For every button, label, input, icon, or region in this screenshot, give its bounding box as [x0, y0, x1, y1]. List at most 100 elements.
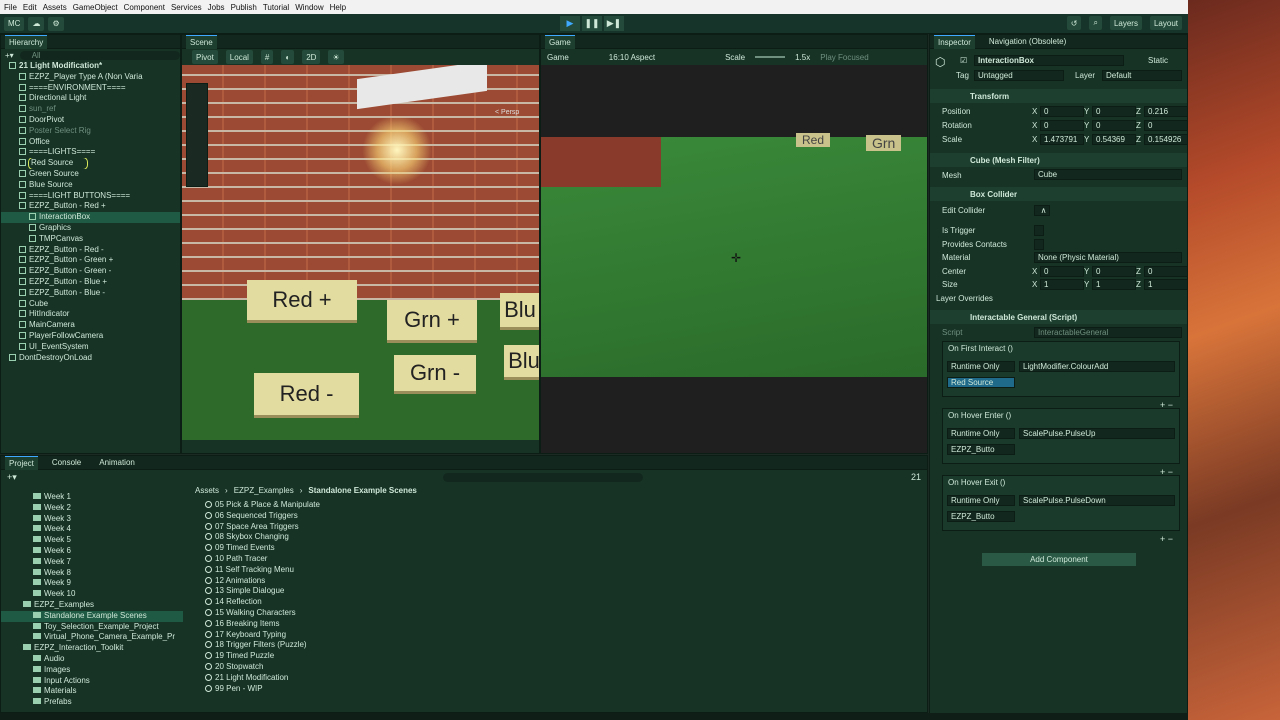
plate-red-plus[interactable]: Red +: [247, 280, 357, 320]
breadcrumb-item[interactable]: Assets: [195, 486, 219, 495]
pause-button[interactable]: ❚❚: [582, 16, 602, 31]
lighting-icon[interactable]: ☀: [328, 50, 344, 64]
size-y-field[interactable]: 1: [1092, 279, 1136, 290]
folder-item[interactable]: Input Actions: [1, 676, 183, 687]
scene-file-item[interactable]: 06 Sequenced Triggers: [205, 511, 905, 522]
folder-item[interactable]: Toy_Selection_Example_Project: [1, 622, 183, 633]
folder-item[interactable]: Virtual_Phone_Camera_Example_Pr: [1, 632, 183, 643]
hierarchy-item[interactable]: EZPZ_Button - Blue +: [1, 277, 180, 288]
event-function-dropdown[interactable]: LightModifier.ColourAdd: [1019, 361, 1175, 372]
center-z-field[interactable]: 0: [1144, 266, 1188, 277]
active-checkbox[interactable]: ☑: [960, 56, 967, 65]
hierarchy-item[interactable]: MainCamera: [1, 320, 180, 331]
hierarchy-item[interactable]: ====ENVIRONMENT====: [1, 83, 180, 94]
interactable-general-header[interactable]: Interactable General (Script): [930, 310, 1187, 324]
mesh-field[interactable]: Cube: [1034, 169, 1182, 180]
size-z-field[interactable]: 1: [1144, 279, 1188, 290]
breadcrumb-item[interactable]: Standalone Example Scenes: [308, 486, 417, 495]
project-search-input[interactable]: [442, 472, 643, 482]
scale-x-field[interactable]: 1.473791: [1040, 134, 1084, 145]
menu-item[interactable]: Publish: [231, 3, 257, 12]
layer-overrides-foldout[interactable]: Layer Overrides: [936, 294, 993, 303]
pivot-dropdown[interactable]: Pivot: [192, 50, 218, 64]
hierarchy-item[interactable]: Green Source: [1, 169, 180, 180]
grid-snap-icon[interactable]: #: [260, 50, 274, 64]
center-y-field[interactable]: 0: [1092, 266, 1136, 277]
runtime-mode-dropdown[interactable]: Runtime Only: [947, 361, 1015, 372]
event-function-dropdown[interactable]: ScalePulse.PulseUp: [1019, 428, 1175, 439]
hierarchy-item[interactable]: PlayerFollowCamera: [1, 331, 180, 342]
hierarchy-item[interactable]: HitIndicator: [1, 309, 180, 320]
folder-item[interactable]: Week 5: [1, 535, 183, 546]
folder-item[interactable]: Week 3: [1, 514, 183, 525]
menu-item[interactable]: Services: [171, 3, 202, 12]
menu-item[interactable]: Window: [295, 3, 323, 12]
scene-file-item[interactable]: 15 Walking Characters: [205, 608, 905, 619]
scene-file-item[interactable]: 05 Pick & Place & Manipulate: [205, 500, 905, 511]
scene-file-item[interactable]: 16 Breaking Items: [205, 619, 905, 630]
folder-item[interactable]: Week 8: [1, 568, 183, 579]
hierarchy-item[interactable]: DontDestroyOnLoad: [1, 353, 180, 364]
tab-scene[interactable]: Scene: [186, 34, 217, 49]
hierarchy-item[interactable]: EZPZ_Button - Red +: [1, 201, 180, 212]
folder-item[interactable]: EZPZ_Examples: [1, 600, 183, 611]
scene-file-item[interactable]: 20 Stopwatch: [205, 662, 905, 673]
search-icon[interactable]: ⌕: [1089, 16, 1102, 30]
play-focused-dropdown[interactable]: Play Focused: [820, 53, 868, 62]
scene-file-item[interactable]: 21 Light Modification: [205, 673, 905, 684]
tab-hierarchy[interactable]: Hierarchy: [5, 34, 48, 49]
hierarchy-item[interactable]: Directional Light: [1, 93, 180, 104]
add-component-button[interactable]: Add Component: [982, 553, 1136, 566]
hierarchy-item[interactable]: EZPZ_Button - Blue -: [1, 288, 180, 299]
scale-slider[interactable]: [755, 56, 786, 58]
play-button[interactable]: ▶: [560, 16, 580, 31]
event-target-field[interactable]: EZPZ_Butto: [947, 444, 1015, 455]
scale-z-field[interactable]: 0.154926: [1144, 134, 1188, 145]
plate-blu-plus[interactable]: Blu: [500, 293, 539, 327]
scene-file-item[interactable]: 19 Timed Puzzle: [205, 651, 905, 662]
hierarchy-item[interactable]: EZPZ_Button - Green +: [1, 255, 180, 266]
tab-navigation[interactable]: Navigation (Obsolete): [985, 35, 1070, 49]
tab-project[interactable]: Project: [5, 455, 38, 470]
hierarchy-item[interactable]: 21 Light Modification*: [1, 61, 180, 72]
scene-file-item[interactable]: 12 Animations: [205, 576, 905, 587]
rotation-x-field[interactable]: 0: [1040, 120, 1084, 131]
menu-item[interactable]: Assets: [43, 3, 67, 12]
scene-file-item[interactable]: 09 Timed Events: [205, 543, 905, 554]
hierarchy-item[interactable]: ====LIGHT BUTTONS====: [1, 191, 180, 202]
add-remove-listener-buttons[interactable]: + −: [1160, 534, 1173, 544]
hierarchy-item[interactable]: Red Source: [1, 158, 180, 169]
scene-viewport[interactable]: Red + Grn + Blu Red - Grn - Blu < Persp: [182, 65, 539, 440]
scene-file-item[interactable]: 07 Space Area Triggers: [205, 522, 905, 533]
scene-file-item[interactable]: 11 Self Tracking Menu: [205, 565, 905, 576]
plate-red-minus[interactable]: Red -: [254, 373, 359, 415]
folder-item[interactable]: Week 2: [1, 503, 183, 514]
size-x-field[interactable]: 1: [1040, 279, 1084, 290]
static-toggle[interactable]: Static: [1148, 56, 1168, 65]
is-trigger-checkbox[interactable]: [1034, 225, 1044, 236]
menu-item[interactable]: File: [4, 3, 17, 12]
menu-item[interactable]: Help: [330, 3, 346, 12]
layout-dropdown[interactable]: Layout: [1149, 16, 1182, 30]
folder-item[interactable]: Week 6: [1, 546, 183, 557]
folder-item[interactable]: EZPZ_Interaction_Toolkit: [1, 643, 183, 654]
hierarchy-item[interactable]: EZPZ_Button - Green -: [1, 266, 180, 277]
folder-item[interactable]: Images: [1, 665, 183, 676]
runtime-mode-dropdown[interactable]: Runtime Only: [947, 428, 1015, 439]
hierarchy-item[interactable]: Blue Source: [1, 180, 180, 191]
position-x-field[interactable]: 0: [1040, 106, 1084, 117]
game-viewport[interactable]: Red Grn ✛: [541, 65, 927, 453]
scene-file-item[interactable]: 14 Reflection: [205, 597, 905, 608]
position-y-field[interactable]: 0: [1092, 106, 1136, 117]
menu-item[interactable]: GameObject: [73, 3, 118, 12]
folder-item[interactable]: Audio: [1, 654, 183, 665]
hierarchy-item[interactable]: Office: [1, 137, 180, 148]
display-dropdown[interactable]: Game: [547, 53, 569, 62]
runtime-mode-dropdown[interactable]: Runtime Only: [947, 495, 1015, 506]
tab-animation[interactable]: Animation: [95, 456, 139, 470]
material-field[interactable]: None (Physic Material): [1034, 252, 1182, 263]
layer-dropdown[interactable]: Default: [1102, 70, 1182, 81]
hierarchy-item[interactable]: Graphics: [1, 223, 180, 234]
layers-dropdown[interactable]: Layers: [1109, 16, 1142, 30]
rotation-y-field[interactable]: 0: [1092, 120, 1136, 131]
